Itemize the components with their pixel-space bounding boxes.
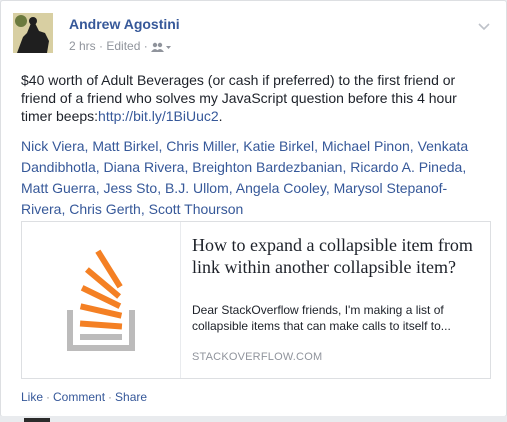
tag-separator: , (140, 201, 149, 217)
meta-dot: · (143, 39, 152, 53)
link-preview-card[interactable]: How to expand a collapsible item from li… (21, 221, 491, 379)
tag-link[interactable]: Diana Rivera (104, 159, 185, 175)
tag-link[interactable]: B.J. Ullom (165, 180, 229, 196)
tag-separator: , (157, 180, 165, 196)
author-name[interactable]: Andrew Agostini (69, 16, 180, 32)
post-time[interactable]: 2 hrs (69, 39, 96, 53)
tag-link[interactable]: Michael Pinon (322, 138, 410, 154)
author-avatar[interactable] (13, 13, 53, 53)
tag-link[interactable]: Jess Sto (103, 180, 157, 196)
tag-link[interactable]: Angela Cooley (236, 180, 326, 196)
post-meta: 2 hrs · Edited · (69, 39, 172, 53)
action-separator: · (108, 390, 113, 404)
post-actions: Like · Comment · Share (21, 390, 147, 404)
tag-link[interactable]: Nick Viera (21, 138, 85, 154)
tag-separator: , (314, 138, 322, 154)
tag-separator: , (228, 180, 236, 196)
post-card: Andrew Agostini 2 hrs · Edited · $40 wor… (0, 0, 507, 417)
comment-button[interactable]: Comment (53, 390, 105, 404)
share-button[interactable]: Share (115, 390, 147, 404)
like-button[interactable]: Like (21, 390, 43, 404)
link-preview-title[interactable]: How to expand a collapsible item from li… (192, 234, 482, 278)
post-body-link[interactable]: http://bit.ly/1BiUuc2 (98, 108, 219, 124)
next-post-avatar (24, 418, 50, 422)
avatar-image (13, 13, 53, 53)
link-preview-domain: STACKOVERFLOW.COM (192, 351, 323, 363)
friends-icon[interactable] (151, 39, 172, 53)
tag-link[interactable]: Chris Miller (166, 138, 235, 154)
post-body-text: $40 worth of Adult Beverages (or cash if… (21, 72, 457, 124)
post-body: $40 worth of Adult Beverages (or cash if… (21, 71, 491, 125)
feed-gap (0, 416, 507, 422)
link-preview-description: Dear StackOverflow friends, I'm making a… (192, 303, 451, 333)
tag-link[interactable]: Breighton Bardezbanian (192, 159, 342, 175)
tag-link[interactable]: Katie Birkel (243, 138, 314, 154)
tagged-friends: Nick Viera, Matt Birkel, Chris Miller, K… (21, 136, 491, 220)
tag-link[interactable]: Scott Thourson (149, 201, 244, 217)
tag-separator: , (95, 159, 104, 175)
post-body-suffix: . (218, 108, 223, 124)
tag-separator: , (409, 138, 418, 154)
tag-link[interactable]: Ricardo A. Pineda (350, 159, 462, 175)
tag-link[interactable]: Chris Gerth (69, 201, 141, 217)
tag-link[interactable]: Matt Guerra (21, 180, 96, 196)
tag-link[interactable]: Matt Birkel (92, 138, 158, 154)
edited-label[interactable]: Edited (106, 39, 140, 53)
action-separator: · (46, 390, 51, 404)
tag-separator: , (325, 180, 334, 196)
post-options-chevron-icon[interactable] (476, 19, 492, 31)
tag-separator: , (462, 159, 467, 175)
stackoverflow-logo-icon (22, 222, 181, 378)
